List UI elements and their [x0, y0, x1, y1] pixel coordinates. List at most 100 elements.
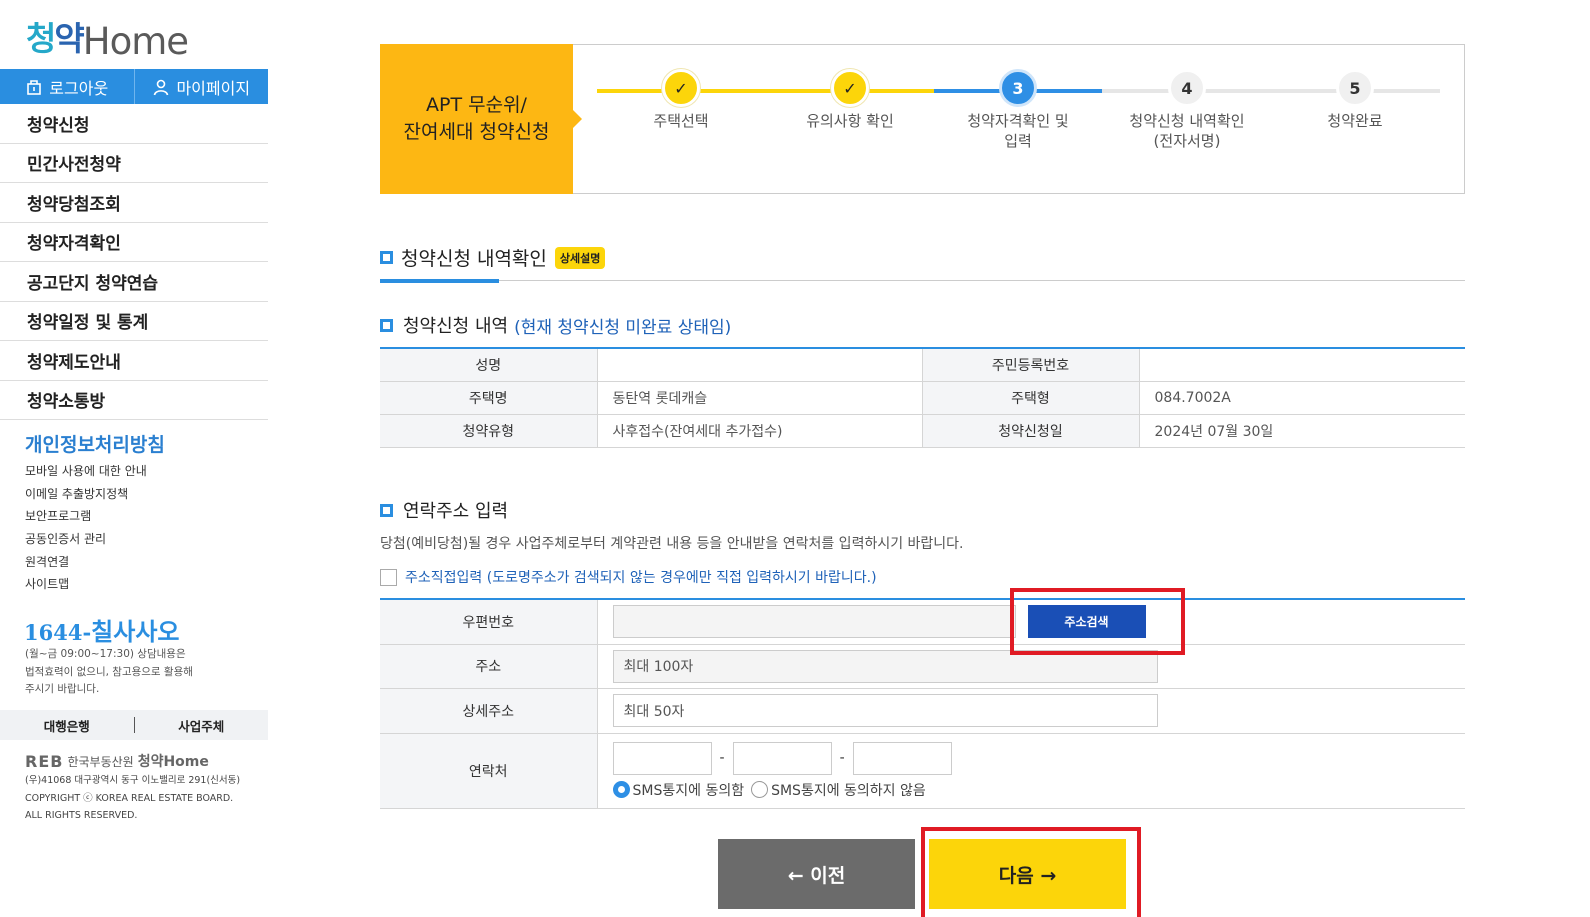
phone-dash: -: [839, 750, 845, 766]
sms-disagree-radio[interactable]: [751, 781, 769, 798]
step-1-label: 주택선택: [653, 112, 709, 130]
address-row: 주소 최대 100자: [380, 644, 1465, 689]
apt-title-line2: 잔여세대 청약신청: [403, 121, 550, 143]
link-certificate[interactable]: 공동인증서 관리: [25, 528, 147, 551]
value-apply-date: 2024년 07월 30일: [1139, 414, 1465, 448]
sidebar-item-winning-check[interactable]: 청약당첨조회: [0, 183, 268, 223]
value-name: [597, 348, 923, 382]
check-icon: ✓: [662, 69, 700, 107]
sidebar-item-eligibility[interactable]: 청약자격확인: [0, 223, 268, 262]
step-5-label: 청약완료: [1327, 112, 1383, 130]
logo-text-c: Home: [82, 20, 189, 63]
detail-address-label: 상세주소: [380, 688, 598, 734]
label-apply-date: 청약신청일: [922, 414, 1140, 448]
phone-input-2[interactable]: [732, 741, 832, 775]
sidebar-item-schedule[interactable]: 청약일정 및 통계: [0, 302, 268, 341]
history-title: 청약신청 내역 (현재 청약신청 미완료 상태임): [380, 312, 731, 338]
phone-label: 연락처: [380, 733, 598, 809]
value-housing-type: 084.7002A: [1139, 381, 1465, 415]
footer-copyright-1: COPYRIGHT ⓒ KOREA REAL ESTATE BOARD.: [25, 792, 234, 804]
reb-home: 청약Home: [137, 754, 209, 770]
phone-input-3[interactable]: [852, 741, 952, 775]
sidebar-item-practice[interactable]: 공고단지 청약연습: [0, 262, 268, 302]
logout-button[interactable]: 로그아웃: [0, 69, 135, 104]
helpline-note-1: (월~금 09:00~17:30) 상담내용은: [25, 648, 186, 660]
check-icon: ✓: [831, 69, 869, 107]
mypage-label: 마이페이지: [176, 78, 251, 98]
history-table: 성명 주민등록번호 주택명 동탄역 롯데캐슬 주택형 084.7002A 청약유…: [380, 347, 1465, 448]
step-5: 5 청약완료: [1280, 69, 1430, 131]
page-title: 청약신청 내역확인 상세설명: [380, 244, 606, 271]
direct-input-label: 주소직접입력 (도로명주소가 검색되지 않는 경우에만 직접 입력하시기 바랍니…: [405, 570, 877, 586]
label-resident-number: 주민등록번호: [922, 348, 1140, 382]
apt-title-line1: APT 무순위/: [426, 94, 527, 116]
direct-input-option[interactable]: 주소직접입력 (도로명주소가 검색되지 않는 경우에만 직접 입력하시기 바랍니…: [380, 567, 877, 587]
logo-text-b: 약: [54, 19, 84, 58]
value-apply-type: 사후접수(잔여세대 추가접수): [597, 414, 923, 448]
sidebar-item-guide[interactable]: 청약제도안내: [0, 341, 268, 381]
zip-label: 우편번호: [380, 599, 598, 645]
footer-addr-line: (우)41068 대구광역시 동구 이노밸리로 291(신서동): [25, 775, 241, 786]
mypage-button[interactable]: 마이페이지: [135, 69, 269, 104]
table-row: 주택명 동탄역 롯데캐슬 주택형 084.7002A: [380, 381, 1465, 415]
sidebar-menu: 청약신청 민간사전청약 청약당첨조회 청약자격확인 공고단지 청약연습 청약일정…: [0, 104, 268, 420]
phone-input-1[interactable]: [612, 741, 712, 775]
square-bullet-icon: [380, 503, 393, 517]
top-user-bar: 로그아웃 마이페이지: [0, 69, 268, 104]
contact-form: 우편번호 주소검색 주소 최대 100자 상세주소 최대 50자 연락처 - -…: [380, 598, 1465, 809]
zip-row: 우편번호 주소검색: [380, 599, 1465, 645]
title-underline: [380, 279, 1465, 283]
sms-disagree-label: SMS통지에 동의하지 않음: [771, 782, 926, 799]
sms-agree-radio[interactable]: [612, 781, 630, 798]
bank-bar: 대행은행 사업주체: [0, 710, 268, 740]
square-bullet-icon: [380, 251, 393, 264]
link-remote[interactable]: 원격연결: [25, 551, 147, 574]
privacy-policy-link[interactable]: 개인정보처리방침: [25, 430, 165, 457]
label-housing-type: 주택형: [922, 381, 1140, 415]
helpline-number: 1644-칠사사오: [24, 612, 180, 647]
bank-link[interactable]: 대행은행: [0, 716, 134, 735]
title-underline-highlight: [380, 279, 499, 283]
step-5-number: 5: [1336, 69, 1374, 107]
footer-copyright-2: ALL RIGHTS RESERVED.: [25, 810, 138, 821]
phone-row: 연락처 - - SMS통지에 동의함 SMS통지에 동의하지 않음: [380, 733, 1465, 809]
builder-link[interactable]: 사업주체: [135, 716, 269, 735]
zip-input[interactable]: [612, 605, 1016, 639]
label-apply-type: 청약유형: [380, 414, 598, 448]
sms-agree-label: SMS통지에 동의함: [632, 782, 745, 799]
direct-input-checkbox[interactable]: [380, 568, 397, 586]
reb-mark: REB: [25, 751, 64, 771]
sidebar-item-apply[interactable]: 청약신청: [0, 104, 268, 144]
sidebar-item-community[interactable]: 청약소통방: [0, 381, 268, 420]
step-3-label-1: 청약자격확인 및: [967, 112, 1069, 130]
history-title-text: 청약신청 내역: [403, 316, 509, 337]
apt-title-box: APT 무순위/잔여세대 청약신청: [380, 44, 582, 194]
footer-address: (우)41068 대구광역시 동구 이노밸리로 291(신서동) COPYRIG…: [25, 772, 240, 825]
step-3-label-2: 입력: [1004, 132, 1032, 150]
label-name: 성명: [380, 348, 598, 382]
link-email-policy[interactable]: 이메일 추출방지정책: [25, 483, 147, 506]
square-bullet-icon: [380, 318, 393, 332]
user-icon: [154, 79, 169, 95]
site-logo[interactable]: 청약 Home: [26, 16, 189, 63]
link-security-program[interactable]: 보안프로그램: [25, 505, 147, 528]
helpline-note: (월~금 09:00~17:30) 상담내용은 법적효력이 없으니, 참고용으로…: [25, 646, 193, 699]
detail-badge[interactable]: 상세설명: [554, 246, 606, 269]
contact-description: 당첨(예비당첨)될 경우 사업주체로부터 계약관련 내용 등을 안내받을 연락처…: [380, 536, 964, 552]
sidebar-item-pre-subscription[interactable]: 민간사전청약: [0, 144, 268, 183]
progress-steps: APT 무순위/잔여세대 청약신청 ✓ 주택선택 ✓ 유의사항 확인 3 청약자…: [380, 44, 1465, 194]
prev-button[interactable]: ← 이전: [718, 839, 915, 909]
step-4: 4 청약신청 내역확인 (전자서명): [1112, 69, 1262, 151]
table-row: 성명 주민등록번호: [380, 348, 1465, 382]
detail-address-input[interactable]: 최대 50자: [612, 694, 1158, 727]
step-4-label-1: 청약신청 내역확인: [1129, 112, 1245, 130]
step-4-label-2: (전자서명): [1153, 132, 1221, 150]
step-1: ✓ 주택선택: [606, 69, 756, 131]
reb-org: 한국부동산원: [67, 754, 134, 769]
contact-title-text: 연락주소 입력: [403, 501, 509, 522]
link-sitemap[interactable]: 사이트맵: [25, 573, 147, 596]
link-mobile-guide[interactable]: 모바일 사용에 대한 안내: [25, 460, 147, 483]
next-highlight-box: [921, 827, 1141, 917]
address-label: 주소: [380, 644, 598, 689]
step-3: 3 청약자격확인 및 입력: [943, 69, 1093, 151]
